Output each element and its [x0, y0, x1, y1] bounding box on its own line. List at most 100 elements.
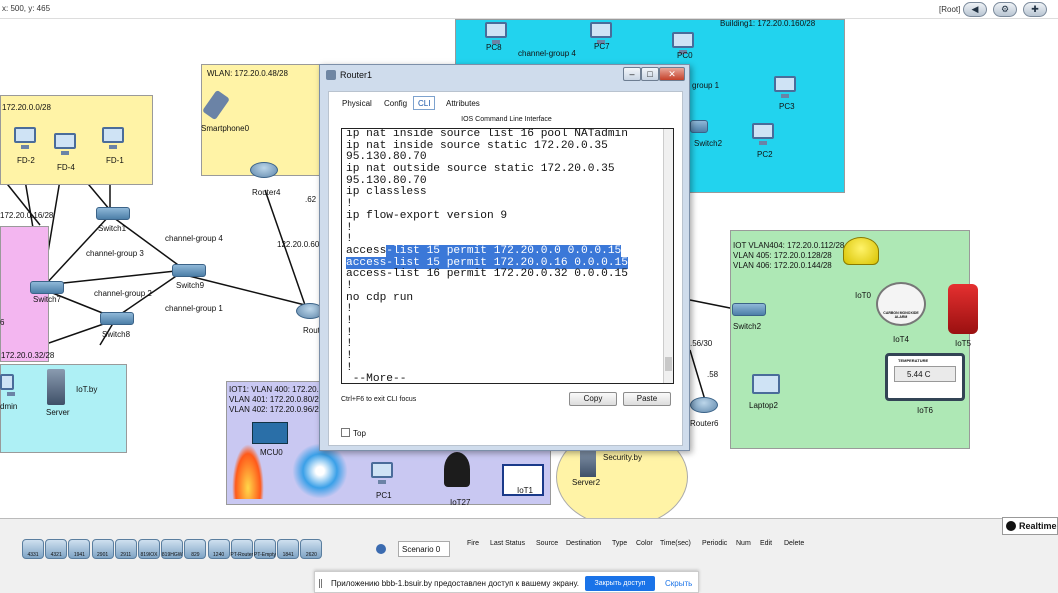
device-label: IoT0: [855, 291, 872, 300]
new-cluster-icon[interactable]: ✚: [1023, 2, 1047, 17]
zone-label: IOT VLAN404: 172.20.0.112/28: [733, 241, 845, 250]
pc-icon[interactable]: [371, 462, 393, 484]
cluster-icon[interactable]: ⚙: [993, 2, 1017, 17]
device-label: Switch8: [102, 330, 131, 339]
window-content: Physical Config CLI Attributes IOS Comma…: [328, 91, 683, 446]
device-type-label: 819HGW: [161, 552, 183, 558]
link-label: group 1: [692, 81, 720, 90]
link-label: channel-group 4: [518, 49, 576, 58]
pdu-column-header[interactable]: Delete: [784, 540, 804, 547]
device-label: Server: [46, 408, 70, 417]
pc-icon[interactable]: [0, 374, 15, 396]
fire-icon[interactable]: [232, 444, 264, 499]
device-type-label: 1941: [73, 552, 85, 558]
device-label: IoT4: [893, 335, 910, 344]
pdu-column-header[interactable]: Type: [612, 540, 627, 547]
tab-config[interactable]: Config: [379, 96, 412, 110]
device-type-label: 2620: [305, 552, 317, 558]
pdu-column-header[interactable]: Time(sec): [660, 540, 691, 547]
cli-title: IOS Command Line Interface: [461, 116, 552, 123]
pdu-column-header[interactable]: Destination: [566, 540, 601, 547]
switch-icon[interactable]: [172, 264, 206, 277]
scenario-select[interactable]: Scenario 0: [398, 541, 450, 557]
switch-icon[interactable]: [96, 207, 130, 220]
pc-icon[interactable]: [672, 32, 694, 54]
pc-icon[interactable]: [485, 22, 507, 44]
maximize-button[interactable]: □: [641, 67, 659, 81]
zone-label: Building1: 172.20.0.160/28: [720, 19, 816, 28]
device-label: IoT5: [955, 339, 972, 348]
switch-icon[interactable]: [100, 312, 134, 325]
pc-icon[interactable]: [590, 22, 612, 44]
pdu-column-header[interactable]: Last Status: [490, 540, 525, 547]
hide-button[interactable]: Скрыть: [665, 579, 692, 588]
top-checkbox-label: Top: [353, 429, 366, 438]
pc-icon[interactable]: [774, 76, 796, 98]
terminal-scrollbar[interactable]: [663, 129, 673, 383]
zone-label: VLAN 401: 172.20.0.80/28: [229, 395, 324, 404]
device-type-label: 829: [191, 552, 200, 558]
pdu-column-header[interactable]: Color: [636, 540, 653, 547]
device-label: Router6: [690, 419, 719, 428]
device-label: FD-2: [17, 156, 35, 165]
iot-device-icon[interactable]: [948, 284, 978, 334]
thermometer-icon[interactable]: TEMPERATURE 5.44 C: [885, 353, 965, 401]
device-label: FD-4: [57, 163, 75, 172]
device-label: Security.by: [603, 453, 642, 462]
pdu-column-header[interactable]: Edit: [760, 540, 772, 547]
cli-line: ip nat inside source list 16 pool NATadm…: [346, 128, 628, 140]
copy-button[interactable]: Copy: [569, 392, 617, 406]
device-label: Laptop2: [749, 401, 778, 410]
camera-icon[interactable]: [444, 452, 470, 487]
link-label: channel-group 3: [86, 249, 144, 258]
server-icon[interactable]: [47, 369, 65, 405]
pdu-column-header[interactable]: Source: [536, 540, 558, 547]
zone-label: 172.20.0.0/28: [2, 103, 51, 112]
pc-icon[interactable]: [102, 127, 124, 149]
pdu-column-header[interactable]: Num: [736, 540, 751, 547]
co-alarm-icon[interactable]: CARBON MONOXIDE ALARM: [876, 282, 926, 326]
mcu-icon[interactable]: [252, 422, 288, 444]
cli-line: !: [346, 221, 353, 234]
pdu-column-header[interactable]: Periodic: [702, 540, 727, 547]
back-icon[interactable]: ◀: [963, 2, 987, 17]
cli-line: ip classless: [346, 186, 427, 199]
zone-label: 172.20.0.16/28: [0, 211, 54, 220]
close-button[interactable]: ✕: [659, 67, 685, 81]
switch-icon[interactable]: [690, 120, 708, 133]
top-checkbox[interactable]: [341, 428, 350, 437]
server-icon[interactable]: [580, 447, 596, 477]
siren-icon[interactable]: [843, 237, 879, 265]
router-icon[interactable]: [690, 397, 718, 413]
stop-sharing-button[interactable]: Закрыть доступ: [585, 576, 655, 591]
scrollbar-thumb[interactable]: [665, 357, 672, 371]
tab-physical[interactable]: Physical: [337, 96, 377, 110]
device-label: PC0: [677, 51, 693, 60]
router1-window: Router1 – □ ✕ Physical Config CLI Attrib…: [319, 64, 690, 451]
laptop-icon[interactable]: [752, 374, 780, 394]
paste-button[interactable]: Paste: [623, 392, 671, 406]
cli-line: !: [346, 326, 353, 339]
router-window-icon: [326, 70, 336, 80]
window-title: Router1: [340, 70, 373, 80]
switch-icon[interactable]: [30, 281, 64, 294]
link-label: channel-group 2: [94, 289, 152, 298]
cli-line: ip flow-export version 9: [346, 209, 508, 222]
switch-icon[interactable]: [732, 303, 766, 316]
link-label: .56/30: [690, 339, 713, 348]
pc-icon[interactable]: [54, 133, 76, 155]
realtime-toggle[interactable]: Realtime: [1002, 517, 1058, 535]
tab-cli[interactable]: CLI: [413, 96, 436, 110]
root-label[interactable]: [Root]: [939, 5, 960, 14]
cli-terminal[interactable]: ip nat inside source list 16 pool NATadm…: [341, 128, 674, 384]
pdu-column-header[interactable]: Fire: [467, 540, 479, 547]
pc-icon[interactable]: [752, 123, 774, 145]
cli-line: !: [346, 279, 353, 292]
device-label: FD-1: [106, 156, 124, 165]
minimize-button[interactable]: –: [623, 67, 641, 81]
link-label: channel-group 4: [165, 234, 223, 243]
pc-icon[interactable]: [14, 127, 36, 149]
tab-attributes[interactable]: Attributes: [441, 96, 485, 110]
terminal-lines: ip nat inside source list 16 pool NATadm…: [342, 128, 673, 383]
router-icon[interactable]: [250, 162, 278, 178]
